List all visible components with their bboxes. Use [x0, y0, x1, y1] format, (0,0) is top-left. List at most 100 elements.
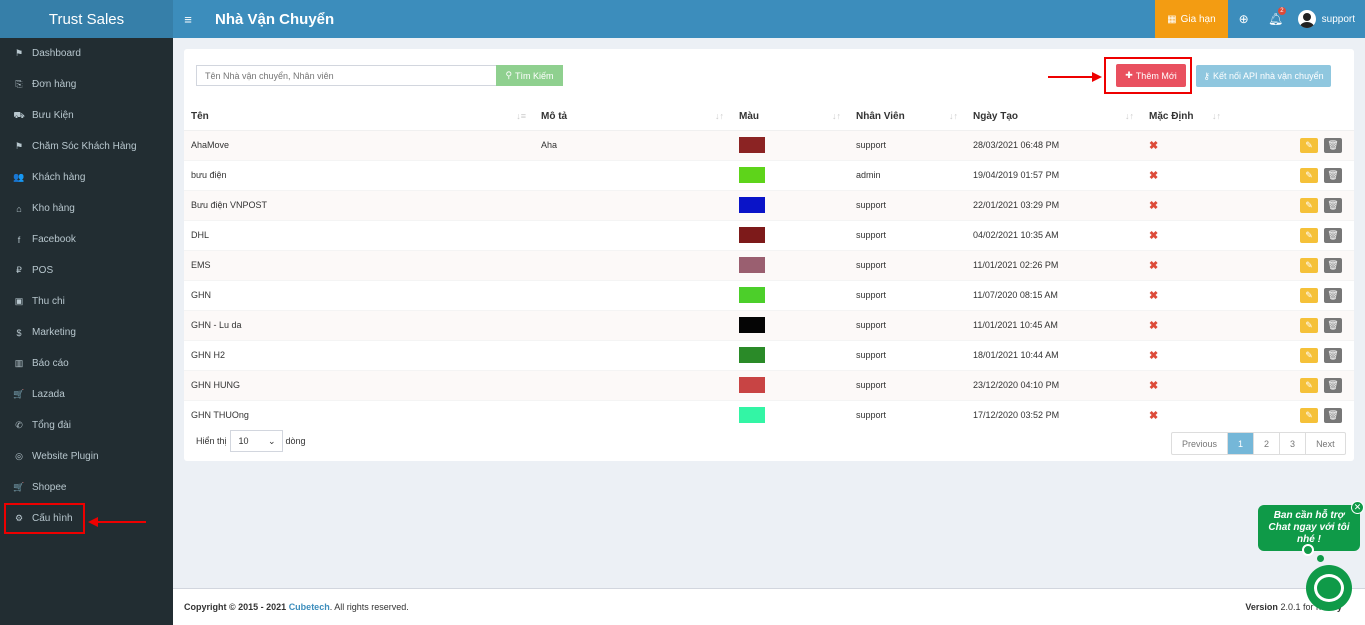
- globe-icon[interactable]: ⊕: [1228, 0, 1260, 38]
- menu-icon: 🛒: [13, 482, 25, 492]
- annotation-arrowhead-add: [1092, 72, 1102, 82]
- col-header-color[interactable]: Màu ↓↑: [732, 103, 849, 131]
- sidebar-item-10[interactable]: ▥ Báo cáo: [0, 348, 173, 379]
- cell-date: 11/01/2021 10:45 AM: [966, 309, 1142, 340]
- sidebar-item-label: Tổng đài: [32, 420, 71, 431]
- cell-date: 18/01/2021 10:44 AM: [966, 339, 1142, 370]
- sidebar-item-5[interactable]: ⌂ Kho hàng: [0, 193, 173, 224]
- pagination-page-2[interactable]: 2: [1254, 433, 1281, 454]
- trash-icon[interactable]: 🗑︎: [1324, 407, 1342, 423]
- pagination-page-1[interactable]: 1: [1228, 433, 1255, 454]
- cell-default: ✖: [1142, 159, 1229, 190]
- edit-icon[interactable]: ✎: [1300, 287, 1318, 303]
- company-link[interactable]: Cubetech: [289, 602, 330, 612]
- edit-icon[interactable]: ✎: [1300, 227, 1318, 243]
- notification-badge: 2: [1278, 7, 1286, 15]
- col-header-default[interactable]: Mặc Định ↓↑: [1142, 103, 1229, 131]
- col-header-date[interactable]: Ngày Tạo ↓↑: [966, 103, 1142, 131]
- menu-icon: ▣: [14, 296, 24, 306]
- trash-icon[interactable]: 🗑︎: [1324, 287, 1342, 303]
- sidebar-item-9[interactable]: $ Marketing: [0, 317, 173, 348]
- search-button[interactable]: ⚲ Tìm Kiếm: [496, 65, 563, 86]
- col-header-desc[interactable]: Mô tả ↓↑: [534, 103, 732, 131]
- cell-default: ✖: [1142, 399, 1229, 430]
- edit-icon[interactable]: ✎: [1300, 257, 1318, 273]
- search-input[interactable]: [196, 65, 496, 86]
- cell-staff: admin: [849, 159, 966, 190]
- cell-color: [732, 189, 849, 220]
- pagination-previous[interactable]: Previous: [1172, 433, 1229, 454]
- menu-icon: ◎: [15, 451, 23, 461]
- sidebar-item-6[interactable]: f Facebook: [0, 224, 173, 255]
- bell-icon[interactable]: 🔔︎ 2: [1260, 0, 1292, 38]
- sidebar-item-4[interactable]: 👥 Khách hàng: [0, 162, 173, 193]
- sidebar-item-3[interactable]: ⚑ Chăm Sóc Khách Hàng: [0, 131, 173, 162]
- user-menu[interactable]: support: [1292, 10, 1365, 28]
- sidebar-item-12[interactable]: ✆ Tổng đài: [0, 410, 173, 441]
- sidebar-item-0[interactable]: ⚑ Dashboard: [0, 38, 173, 69]
- cell-default: ✖: [1142, 189, 1229, 220]
- sidebar: Trust Sales ⚑ Dashboard ⎘ Đơn hàng ⛟ Bưu Kiện…: [0, 0, 173, 625]
- hamburger-menu-icon[interactable]: ≡: [173, 12, 203, 27]
- edit-icon[interactable]: ✎: [1300, 347, 1318, 363]
- cell-staff: support: [849, 249, 966, 280]
- col-header-name[interactable]: Tên ↓≡: [184, 103, 534, 131]
- sidebar-item-15[interactable]: ⚙ Cấu hình: [4, 503, 85, 534]
- trash-icon[interactable]: 🗑︎: [1324, 257, 1342, 273]
- chat-close-icon[interactable]: ✕: [1351, 501, 1364, 514]
- sidebar-item-label: Báo cáo: [32, 358, 69, 369]
- page-length-select[interactable]: 10 ⌄: [229, 430, 283, 452]
- sort-icon: ↓≡: [516, 111, 526, 121]
- sidebar-item-14[interactable]: 🛒 Shopee: [0, 472, 173, 503]
- top-header: ≡ Nhà Vận Chuyển ▦ Gia hạn ⊕ 🔔︎ 2 support: [173, 0, 1365, 38]
- sidebar-item-1[interactable]: ⎘ Đơn hàng: [0, 69, 173, 100]
- sidebar-item-2[interactable]: ⛟ Bưu Kiện: [0, 100, 173, 131]
- sidebar-item-11[interactable]: 🛒 Lazada: [0, 379, 173, 410]
- cell-actions: ✎ 🗑︎: [1229, 339, 1354, 370]
- edit-icon[interactable]: ✎: [1300, 407, 1318, 423]
- sidebar-item-13[interactable]: ◎ Website Plugin: [0, 441, 173, 472]
- edit-icon[interactable]: ✎: [1300, 137, 1318, 153]
- cell-name: bưu điện: [184, 159, 534, 190]
- sidebar-item-label: Khách hàng: [32, 172, 86, 183]
- cell-actions: ✎ 🗑︎: [1229, 399, 1354, 430]
- trash-icon[interactable]: 🗑︎: [1324, 317, 1342, 333]
- col-header-actions: [1229, 103, 1354, 131]
- sidebar-item-7[interactable]: ₽ POS: [0, 255, 173, 286]
- brand-logo[interactable]: Trust Sales: [0, 0, 173, 38]
- trash-icon[interactable]: 🗑︎: [1324, 167, 1342, 183]
- rights-text: . All rights reserved.: [329, 602, 409, 612]
- cell-staff: support: [849, 189, 966, 220]
- trash-icon[interactable]: 🗑︎: [1324, 137, 1342, 153]
- footer: Copyright © 2015 - 2021 Cubetech. All ri…: [173, 588, 1365, 625]
- edit-icon[interactable]: ✎: [1300, 377, 1318, 393]
- table-row: GHN THUOng support 17/12/2020 03:52 PM ✖ ✎ 🗑︎: [184, 399, 1354, 430]
- table-row: GHN support 11/07/2020 08:15 AM ✖ ✎ 🗑︎: [184, 279, 1354, 310]
- edit-icon[interactable]: ✎: [1300, 197, 1318, 213]
- connect-api-button[interactable]: ⚷ Kết nối API nhà vận chuyển: [1196, 65, 1331, 87]
- sidebar-item-8[interactable]: ▣ Thu chi: [0, 286, 173, 317]
- trash-icon[interactable]: 🗑︎: [1324, 227, 1342, 243]
- cell-date: 17/12/2020 03:52 PM: [966, 399, 1142, 430]
- trash-icon[interactable]: 🗑︎: [1324, 377, 1342, 393]
- trash-icon[interactable]: 🗑︎: [1324, 347, 1342, 363]
- sidebar-item-label: Đơn hàng: [32, 79, 77, 90]
- cell-name: GHN HUNG: [184, 369, 534, 400]
- pagination-page-3[interactable]: 3: [1280, 433, 1307, 454]
- chat-icon[interactable]: [1306, 565, 1352, 611]
- cell-default: ✖: [1142, 129, 1229, 160]
- menu-icon: ✆: [15, 420, 23, 430]
- pagination-next[interactable]: Next: [1306, 433, 1345, 454]
- edit-icon[interactable]: ✎: [1300, 167, 1318, 183]
- add-new-button[interactable]: ✚ Thêm Mới: [1116, 64, 1186, 87]
- sidebar-item-label: Lazada: [32, 389, 65, 400]
- trash-icon[interactable]: 🗑︎: [1324, 197, 1342, 213]
- cell-staff: support: [849, 129, 966, 160]
- cell-staff: support: [849, 399, 966, 430]
- renew-button[interactable]: ▦ Gia hạn: [1155, 0, 1228, 38]
- color-swatch: [739, 377, 765, 393]
- edit-icon[interactable]: ✎: [1300, 317, 1318, 333]
- pagination: Previous 1 2 3 Next: [1171, 432, 1346, 455]
- col-header-staff[interactable]: Nhân Viên ↓↑: [849, 103, 966, 131]
- color-swatch: [739, 227, 765, 243]
